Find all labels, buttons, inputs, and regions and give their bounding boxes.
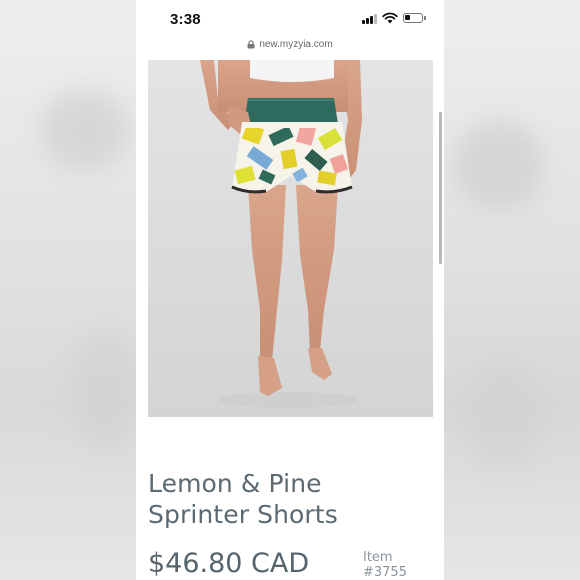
background-blur-right [444,0,580,580]
page-scrollbar[interactable] [439,112,442,264]
wifi-icon [382,12,398,24]
background-blur-left [0,0,136,580]
product-photo-illustration [200,60,362,408]
item-number: Item #3755 [363,550,444,580]
cellular-signal-icon [362,14,378,24]
url-text: new.myzyia.com [259,39,333,50]
status-time: 3:38 [170,11,201,28]
battery-cap [424,16,426,20]
status-bar: 3:38 [136,0,444,36]
browser-url-bar[interactable]: new.myzyia.com [136,36,444,56]
product-title: Lemon & Pine Sprinter Shorts [148,469,338,529]
lock-icon [247,40,255,49]
battery-icon [403,13,423,23]
item-number-value: #3755 [363,565,407,580]
product-price: $46.80 CAD [148,548,310,579]
item-label: Item [363,550,393,565]
product-photo[interactable] [148,60,433,417]
phone-screen: 3:38 new.myzyia.com Lemon & Pine Sprinte… [136,0,444,580]
